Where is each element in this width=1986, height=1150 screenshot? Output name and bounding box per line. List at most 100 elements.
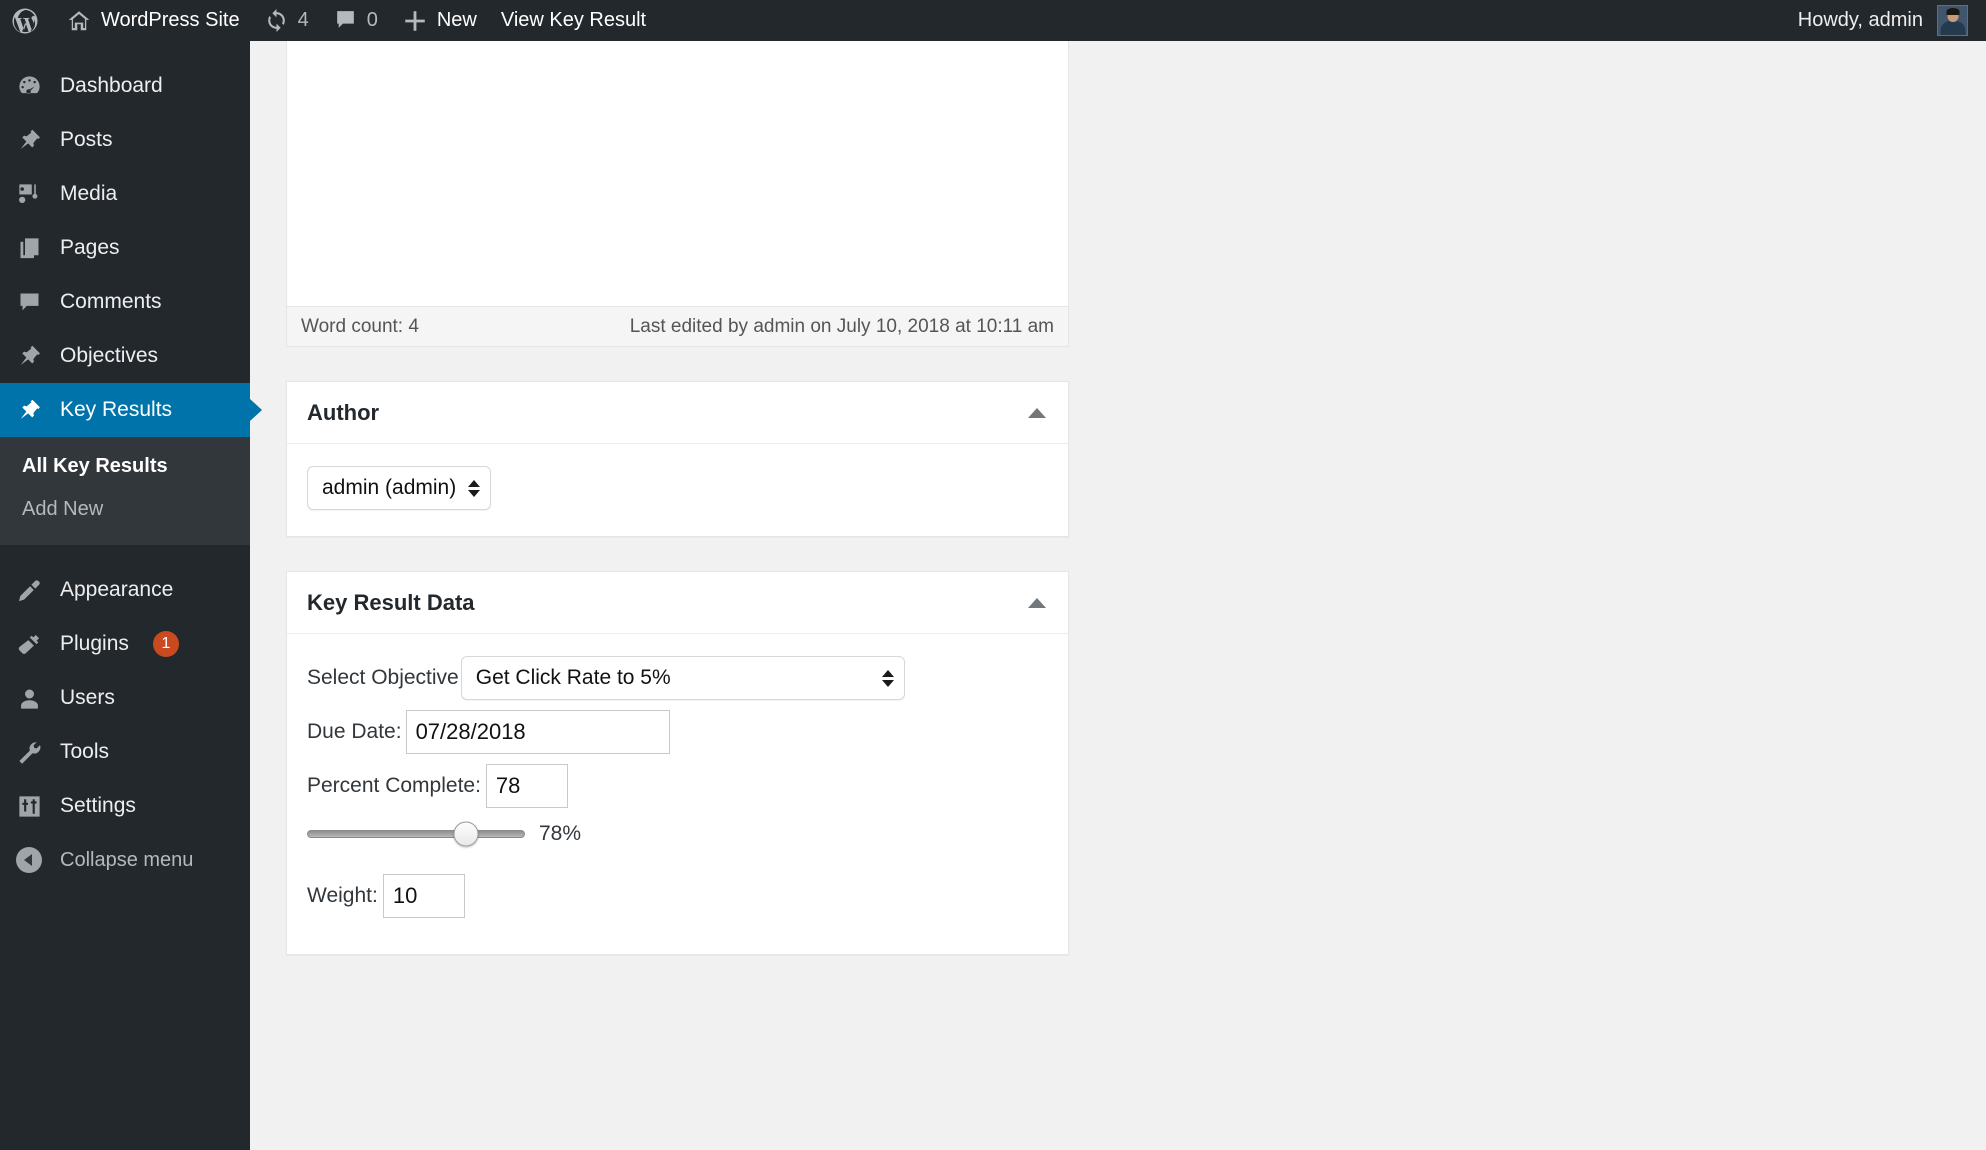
comment-icon: [14, 287, 44, 317]
sidebar-item-label: Key Results: [60, 398, 172, 422]
sidebar-item-users[interactable]: Users: [0, 671, 250, 725]
sidebar-item-key-results[interactable]: Key Results: [0, 383, 250, 437]
sidebar-spacer: [0, 41, 250, 59]
avatar-body: [1940, 21, 1965, 35]
percent-complete-row: Percent Complete: 78: [307, 764, 1048, 808]
view-key-result-link[interactable]: View Key Result: [489, 0, 658, 41]
chevron-updown-icon: [882, 670, 894, 687]
objective-select-value: Get Click Rate to 5%: [476, 666, 671, 690]
slider-track: [307, 830, 525, 838]
sidebar-item-label: Appearance: [60, 578, 173, 602]
sidebar-item-pages[interactable]: Pages: [0, 221, 250, 275]
slider-thumb[interactable]: [454, 822, 479, 847]
settings-sliders-icon: [14, 791, 44, 821]
collapse-menu-button[interactable]: Collapse menu: [0, 833, 250, 887]
key-result-data-header[interactable]: Key Result Data: [287, 572, 1068, 634]
collapse-menu-label: Collapse menu: [60, 849, 193, 872]
weight-input[interactable]: 10: [383, 874, 465, 918]
chevron-updown-icon: [468, 480, 480, 497]
comments-menu[interactable]: 0: [321, 0, 390, 41]
admin-bar-right: Howdy, admin: [1798, 5, 1986, 36]
sidebar-item-label: Tools: [60, 740, 109, 764]
sidebar-item-objectives[interactable]: Objectives: [0, 329, 250, 383]
percent-slider-row: 78%: [307, 822, 1048, 846]
admin-bar: WordPress Site 4 0 New View Key Result H…: [0, 0, 1986, 41]
percent-complete-input[interactable]: 78: [486, 764, 568, 808]
sidebar-subitem-add-new[interactable]: Add New: [0, 488, 250, 531]
sidebar-item-appearance[interactable]: Appearance: [0, 563, 250, 617]
author-postbox-title: Author: [307, 400, 379, 426]
media-icon: [14, 179, 44, 209]
editor-content-area[interactable]: [287, 41, 1068, 306]
pin-icon: [14, 395, 44, 425]
percent-complete-slider[interactable]: [307, 823, 525, 845]
triangle-up-icon[interactable]: [1028, 598, 1046, 608]
collapse-arrow-icon: [14, 845, 44, 875]
pages-icon: [14, 233, 44, 263]
plus-icon: [402, 8, 428, 34]
comments-count: 0: [367, 9, 378, 32]
updates-count: 4: [298, 9, 309, 32]
sidebar-item-label: Media: [60, 182, 117, 206]
sidebar-item-label: Pages: [60, 236, 120, 260]
last-edited-label: Last edited by admin on July 10, 2018 at…: [630, 316, 1054, 338]
sidebar-subitem-all-key-results[interactable]: All Key Results: [0, 445, 250, 488]
wordpress-logo-icon: [10, 6, 40, 36]
select-objective-label: Select Objective: [307, 666, 459, 690]
sidebar-item-plugins[interactable]: Plugins 1: [0, 617, 250, 671]
sidebar-item-dashboard[interactable]: Dashboard: [0, 59, 250, 113]
key-result-data-postbox: Key Result Data Select Objective Get Cli…: [286, 571, 1069, 955]
dashboard-icon: [14, 71, 44, 101]
key-result-data-title: Key Result Data: [307, 590, 475, 616]
wrench-icon: [14, 737, 44, 767]
new-content-menu[interactable]: New: [390, 0, 489, 41]
due-date-label: Due Date:: [307, 720, 402, 744]
main-content: Word count: 4 Last edited by admin on Ju…: [250, 41, 1986, 1150]
sidebar-item-label: Dashboard: [60, 74, 163, 98]
sidebar-item-label: Comments: [60, 290, 162, 314]
avatar[interactable]: [1937, 5, 1968, 36]
howdy-label[interactable]: Howdy, admin: [1798, 9, 1923, 32]
objective-select[interactable]: Get Click Rate to 5%: [461, 656, 905, 700]
due-date-row: Due Date: 07/28/2018: [307, 710, 1048, 754]
admin-sidebar: Dashboard Posts Media Pages Comments Obj…: [0, 41, 250, 1150]
weight-label: Weight:: [307, 884, 378, 908]
edit-form-wrap: Word count: 4 Last edited by admin on Ju…: [286, 41, 1069, 955]
weight-value: 10: [393, 883, 417, 909]
sidebar-item-label: Users: [60, 686, 115, 710]
sidebar-item-label: Settings: [60, 794, 136, 818]
author-postbox: Author admin (admin): [286, 381, 1069, 537]
due-date-input[interactable]: 07/28/2018: [406, 710, 670, 754]
slider-value-label: 78%: [539, 822, 581, 846]
site-name-label: WordPress Site: [101, 9, 240, 32]
editor-status-bar: Word count: 4 Last edited by admin on Ju…: [287, 306, 1068, 346]
updates-menu[interactable]: 4: [252, 0, 321, 41]
triangle-up-icon[interactable]: [1028, 408, 1046, 418]
key-result-data-body: Select Objective Get Click Rate to 5% Du…: [287, 634, 1068, 954]
author-select[interactable]: admin (admin): [307, 466, 491, 510]
sidebar-item-label: Posts: [60, 128, 113, 152]
avatar-hair: [1946, 8, 1959, 15]
sidebar-item-media[interactable]: Media: [0, 167, 250, 221]
sidebar-item-settings[interactable]: Settings: [0, 779, 250, 833]
pin-icon: [14, 125, 44, 155]
author-postbox-header[interactable]: Author: [287, 382, 1068, 444]
sidebar-subitem-label: All Key Results: [22, 455, 168, 477]
post-editor: Word count: 4 Last edited by admin on Ju…: [286, 41, 1069, 347]
percent-complete-value: 78: [496, 773, 520, 799]
sidebar-item-tools[interactable]: Tools: [0, 725, 250, 779]
sidebar-item-comments[interactable]: Comments: [0, 275, 250, 329]
sidebar-item-posts[interactable]: Posts: [0, 113, 250, 167]
sidebar-subitem-label: Add New: [22, 498, 103, 520]
sidebar-item-label: Plugins: [60, 632, 129, 656]
key-results-submenu: All Key Results Add New: [0, 437, 250, 545]
view-key-result-label: View Key Result: [501, 9, 646, 32]
pin-icon: [14, 341, 44, 371]
site-name-menu[interactable]: WordPress Site: [54, 0, 252, 41]
new-label: New: [437, 9, 477, 32]
home-icon: [66, 8, 92, 34]
wordpress-logo-menu[interactable]: [0, 0, 54, 41]
objective-row: Select Objective Get Click Rate to 5%: [307, 656, 1048, 700]
sidebar-item-label: Objectives: [60, 344, 158, 368]
user-icon: [14, 683, 44, 713]
